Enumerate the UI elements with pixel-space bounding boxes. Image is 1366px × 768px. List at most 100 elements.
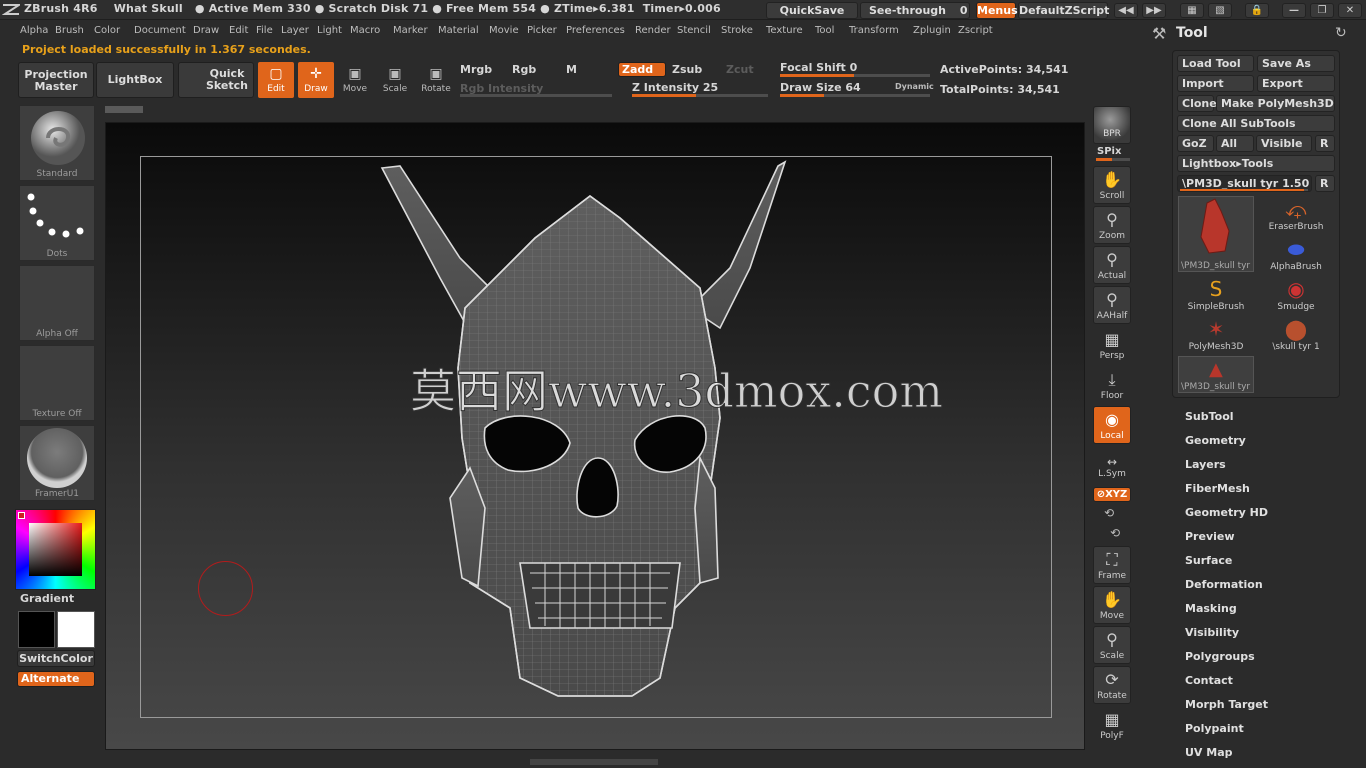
goz-button[interactable]: GoZ bbox=[1177, 135, 1214, 152]
geometry-hd-section[interactable]: Geometry HD bbox=[1185, 506, 1268, 519]
focal-shift-track[interactable] bbox=[780, 74, 930, 77]
r-button[interactable]: R bbox=[1315, 135, 1335, 152]
fibermesh-section[interactable]: FiberMesh bbox=[1185, 482, 1250, 495]
spix-track[interactable] bbox=[1096, 158, 1130, 161]
move-view-button[interactable]: ✋ Move bbox=[1093, 586, 1131, 624]
stroke-slot[interactable]: Dots bbox=[19, 185, 95, 261]
menu-brush[interactable]: Brush bbox=[55, 25, 84, 36]
skull-tyr-item[interactable]: ⬤ \skull tyr 1 bbox=[1256, 316, 1336, 356]
alpha-brush-item[interactable]: ⬬ AlphaBrush bbox=[1256, 236, 1336, 276]
menu-render[interactable]: Render bbox=[635, 25, 671, 36]
main-color-swatch[interactable] bbox=[57, 611, 95, 648]
bottom-scroll-handle[interactable] bbox=[530, 759, 658, 765]
lock-icon[interactable]: 🔒 bbox=[1245, 3, 1269, 18]
rewind-icon[interactable]: ◀◀ bbox=[1114, 3, 1138, 18]
refresh-icon[interactable]: ↻ bbox=[1335, 25, 1347, 41]
layout-icon[interactable]: ▦ bbox=[1180, 3, 1204, 18]
focal-shift-slider[interactable]: Focal Shift 0 bbox=[780, 61, 857, 74]
texture-slot[interactable]: Texture Off bbox=[19, 345, 95, 421]
save-as-button[interactable]: Save As bbox=[1257, 55, 1335, 72]
masking-section[interactable]: Masking bbox=[1185, 602, 1237, 615]
menu-file[interactable]: File bbox=[256, 25, 273, 36]
rotate-view-button[interactable]: ⟳ Rotate bbox=[1093, 666, 1131, 704]
rgb-intensity-track[interactable] bbox=[460, 94, 612, 97]
menu-light[interactable]: Light bbox=[317, 25, 342, 36]
xyz-button[interactable]: ⊘XYZ bbox=[1093, 487, 1131, 502]
bpr-button[interactable]: BPR bbox=[1093, 106, 1131, 144]
clone-button[interactable]: Clone bbox=[1177, 95, 1217, 112]
uv-map-section[interactable]: UV Map bbox=[1185, 746, 1233, 759]
make-polymesh-button[interactable]: Make PolyMesh3D bbox=[1216, 95, 1335, 112]
projection-master-button[interactable]: Projection Master bbox=[18, 62, 94, 98]
scroll-tool-button[interactable]: ✋ Scroll bbox=[1093, 166, 1131, 204]
menu-draw[interactable]: Draw bbox=[193, 25, 219, 36]
scale-view-button[interactable]: ⚲ Scale bbox=[1093, 626, 1131, 664]
menu-tool[interactable]: Tool bbox=[815, 25, 834, 36]
layers-section[interactable]: Layers bbox=[1185, 458, 1226, 471]
default-zscript-button[interactable]: DefaultZScript bbox=[1018, 2, 1109, 19]
floor-tool-button[interactable]: ⤓ Floor bbox=[1093, 366, 1131, 404]
forward-icon[interactable]: ▶▶ bbox=[1142, 3, 1166, 18]
dynamic-button[interactable]: Dynamic bbox=[895, 82, 934, 91]
menu-macro[interactable]: Macro bbox=[350, 25, 380, 36]
draw-mode-button[interactable]: ✛ Draw bbox=[298, 62, 334, 98]
all-button[interactable]: All bbox=[1216, 135, 1254, 152]
z-intensity-slider[interactable]: Z Intensity 25 bbox=[632, 81, 718, 94]
import-button[interactable]: Import bbox=[1177, 75, 1254, 92]
surface-section[interactable]: Surface bbox=[1185, 554, 1232, 567]
edit-mode-button[interactable]: ▢ Edit bbox=[258, 62, 294, 98]
quicksave-button[interactable]: QuickSave bbox=[766, 2, 858, 19]
visible-button[interactable]: Visible bbox=[1256, 135, 1312, 152]
menu-texture[interactable]: Texture bbox=[766, 25, 803, 36]
lsym-tool-button[interactable]: ↔ L.Sym bbox=[1093, 452, 1131, 482]
alternate-button[interactable]: Alternate bbox=[17, 671, 95, 687]
menu-layer[interactable]: Layer bbox=[281, 25, 309, 36]
menu-zplugin[interactable]: Zplugin bbox=[913, 25, 951, 36]
menu-picker[interactable]: Picker bbox=[527, 25, 557, 36]
current-tool-thumbnail[interactable]: \PM3D_skull tyr bbox=[1178, 196, 1254, 272]
deformation-section[interactable]: Deformation bbox=[1185, 578, 1263, 591]
spix-slider[interactable]: SPix bbox=[1097, 146, 1121, 157]
persp-tool-button[interactable]: ▦ Persp bbox=[1093, 326, 1131, 364]
menu-zscript[interactable]: Zscript bbox=[958, 25, 993, 36]
current-tool-track[interactable] bbox=[1180, 189, 1308, 191]
subtool-section[interactable]: SubTool bbox=[1185, 410, 1234, 423]
local-tool-button[interactable]: ◉ Local bbox=[1093, 406, 1131, 444]
secondary-color-swatch[interactable] bbox=[18, 611, 55, 648]
see-through-slider[interactable]: See-through 0 bbox=[860, 2, 970, 19]
menu-preferences[interactable]: Preferences bbox=[566, 25, 625, 36]
quick-sketch-button[interactable]: Quick Sketch bbox=[178, 62, 254, 98]
color-marker[interactable] bbox=[18, 512, 25, 519]
menus-button[interactable]: Menus bbox=[976, 2, 1018, 19]
zsub-button[interactable]: Zsub bbox=[672, 63, 702, 76]
saturation-square[interactable] bbox=[29, 523, 82, 576]
menu-material[interactable]: Material bbox=[438, 25, 479, 36]
alpha-slot[interactable]: Alpha Off bbox=[19, 265, 95, 341]
lightbox-button[interactable]: LightBox bbox=[96, 62, 174, 98]
zadd-button[interactable]: Zadd bbox=[618, 62, 666, 77]
aahalf-tool-button[interactable]: ⚲ AAHalf bbox=[1093, 286, 1131, 324]
gradient-label[interactable]: Gradient bbox=[20, 592, 74, 605]
pm3d-skull-thumbnail[interactable]: ▲ \PM3D_skull tyr bbox=[1178, 356, 1254, 393]
clone-all-subtools-button[interactable]: Clone All SubTools bbox=[1177, 115, 1335, 132]
polygroups-section[interactable]: Polygroups bbox=[1185, 650, 1255, 663]
layout-2-icon[interactable]: ▧ bbox=[1208, 3, 1232, 18]
preview-section[interactable]: Preview bbox=[1185, 530, 1235, 543]
switch-color-button[interactable]: SwitchColor bbox=[17, 650, 95, 667]
z-intensity-track[interactable] bbox=[632, 94, 768, 97]
visibility-section[interactable]: Visibility bbox=[1185, 626, 1239, 639]
rgb-button[interactable]: Rgb bbox=[512, 63, 536, 76]
tool-palette-icon[interactable]: ⚒ bbox=[1152, 24, 1166, 43]
maximize-icon[interactable]: ❐ bbox=[1310, 3, 1334, 18]
close-icon[interactable]: ✕ bbox=[1338, 3, 1362, 18]
rotate-y-icon[interactable]: ⟲ bbox=[1104, 506, 1114, 520]
material-slot[interactable]: FramerU1 bbox=[19, 425, 95, 501]
lightbox-tools-button[interactable]: Lightbox▸Tools bbox=[1177, 155, 1335, 172]
draw-size-track[interactable] bbox=[780, 94, 930, 97]
menu-marker[interactable]: Marker bbox=[393, 25, 428, 36]
menu-transform[interactable]: Transform bbox=[849, 25, 899, 36]
menu-alpha[interactable]: Alpha bbox=[20, 25, 48, 36]
r-button-2[interactable]: R bbox=[1315, 175, 1335, 192]
polyf-tool-button[interactable]: ▦ PolyF bbox=[1093, 706, 1131, 744]
eraser-brush-item[interactable]: ⤽ EraserBrush bbox=[1256, 196, 1336, 236]
